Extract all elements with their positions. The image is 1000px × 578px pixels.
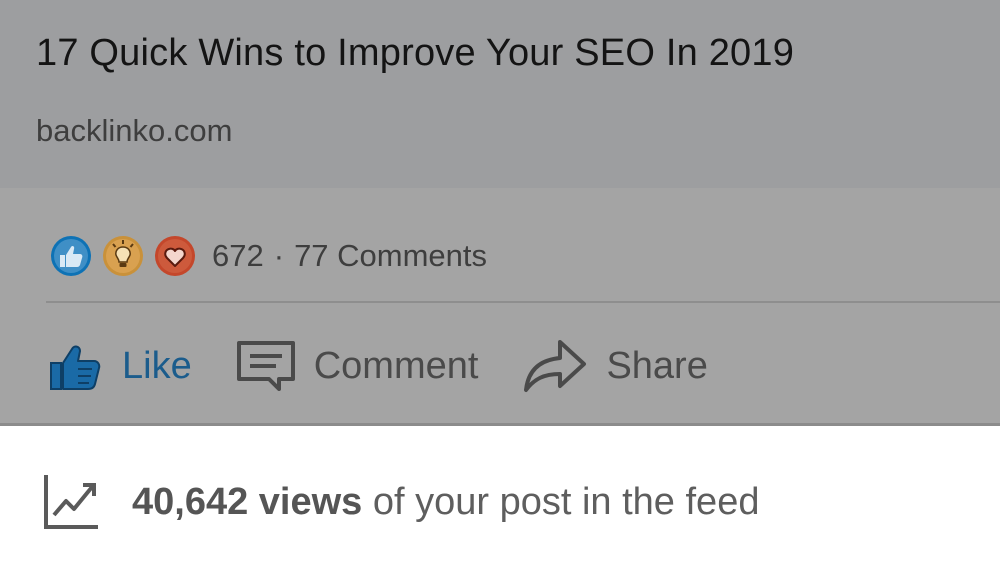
link-domain: backlinko.com bbox=[36, 113, 233, 148]
trending-chart-icon bbox=[42, 473, 100, 531]
share-label: Share bbox=[606, 344, 708, 387]
link-preview-card[interactable]: 17 Quick Wins to Improve Your SEO In 201… bbox=[0, 0, 1000, 188]
reactions-summary[interactable]: 672 · 77 Comments bbox=[50, 234, 487, 278]
views-row[interactable]: 40,642 views of your post in the feed bbox=[42, 473, 759, 531]
heart-reaction-icon bbox=[154, 235, 196, 277]
share-button[interactable]: Share bbox=[522, 338, 708, 394]
comment-button[interactable]: Comment bbox=[236, 339, 479, 393]
share-arrow-icon bbox=[522, 338, 588, 394]
like-button[interactable]: Like bbox=[48, 339, 192, 393]
views-count: 40,642 views bbox=[132, 480, 363, 523]
views-suffix: of your post in the feed bbox=[362, 480, 760, 523]
divider bbox=[46, 301, 1000, 303]
action-bar: Like Comment Share bbox=[48, 326, 752, 406]
like-label: Like bbox=[122, 344, 192, 387]
comment-label: Comment bbox=[313, 344, 479, 387]
post-stats: 40,642 views of your post in the feed bbox=[0, 429, 1000, 578]
comments-count-link[interactable]: 77 Comments bbox=[294, 238, 487, 274]
views-text: 40,642 views of your post in the feed bbox=[132, 481, 759, 524]
reaction-count: 672 bbox=[212, 238, 264, 273]
social-section: 672 · 77 Comments Like Comment Share bbox=[0, 188, 1000, 426]
lightbulb-reaction-icon bbox=[102, 235, 144, 277]
like-reaction-icon bbox=[50, 235, 92, 277]
link-title[interactable]: 17 Quick Wins to Improve Your SEO In 201… bbox=[36, 32, 794, 75]
thumbs-up-icon bbox=[48, 339, 104, 393]
comment-icon bbox=[236, 339, 296, 393]
separator-dot: · bbox=[273, 238, 285, 273]
